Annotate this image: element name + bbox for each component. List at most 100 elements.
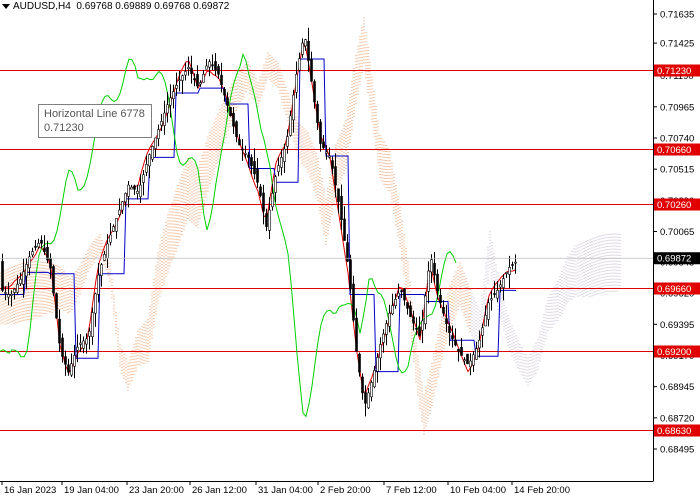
candle-body [160, 121, 163, 126]
candle-body [142, 174, 145, 183]
time-tick-label: 16 Jan 2023 [4, 485, 56, 496]
candle-body [235, 121, 238, 137]
candle-body [217, 66, 220, 75]
candle-body [49, 258, 52, 269]
level-price-tag-label: 0.68630 [657, 426, 691, 437]
chart-window[interactable]: 0.71635 0.71425 0.71190 0.70965 0.70740 0.705… [0, 0, 700, 500]
candle-body [127, 184, 130, 197]
candle-body [505, 272, 508, 274]
candle-body [370, 382, 373, 398]
candle-body [442, 307, 445, 314]
candle-body [361, 376, 364, 394]
candle-body [373, 370, 376, 388]
candle-body [16, 283, 19, 293]
candle-body [1, 261, 4, 291]
price-tick-label: 0.68945 [660, 382, 694, 393]
candle-body [172, 91, 175, 100]
candle-body [229, 107, 232, 117]
candle-body [37, 242, 40, 248]
candle-body [103, 254, 106, 261]
time-tick-label: 7 Feb 12:00 [386, 485, 437, 496]
candle-body [238, 139, 241, 146]
time-tick-label: 31 Jan 04:00 [258, 485, 313, 496]
candle-body [19, 278, 22, 284]
candle-body [256, 168, 259, 183]
candle-body [145, 164, 148, 173]
candle-body [55, 293, 58, 319]
candle-body [73, 355, 76, 367]
candle-body [166, 104, 169, 114]
candle-body [334, 166, 337, 186]
candle-body [400, 290, 403, 293]
candle-body [151, 146, 154, 160]
ohlc-values: 0.69768 0.69889 0.69768 0.69872 [76, 1, 230, 12]
level-price-tag-label: 0.70660 [657, 145, 691, 156]
candle-body [163, 112, 166, 126]
candle-body [328, 155, 331, 158]
candle-body [388, 312, 391, 327]
candle-body [181, 75, 184, 81]
candle-body [220, 74, 223, 85]
candle-body [472, 354, 475, 366]
price-chart[interactable]: 0.716350.714250.711900.709650.707400.705… [0, 0, 700, 500]
candle-body [478, 339, 481, 349]
candle-body [118, 209, 121, 215]
candle-body [514, 261, 517, 264]
candle-body [319, 121, 322, 144]
candle-body [196, 74, 199, 87]
candle-body [493, 293, 496, 295]
candle-body [34, 245, 37, 248]
candle-body [451, 335, 454, 340]
price-tick-label: 0.68495 [660, 445, 694, 456]
candle-body [352, 283, 355, 321]
candle-body [409, 305, 412, 317]
candle-body [79, 342, 82, 345]
candle-body [121, 201, 124, 211]
tooltip-value: 0.71230 [44, 122, 84, 134]
candle-body [511, 264, 514, 266]
candle-body [22, 271, 25, 285]
candle-body [43, 247, 46, 252]
candle-body [199, 82, 202, 85]
candle-body [259, 186, 262, 196]
candle-body [313, 81, 316, 103]
tooltip-title: Horizontal Line 6778 [44, 108, 145, 120]
candle-body [331, 160, 334, 169]
candle-body [499, 284, 502, 288]
candle-body [223, 88, 226, 96]
candle-body [469, 360, 472, 368]
time-tick-label: 23 Jan 20:00 [129, 485, 184, 496]
candle-body [64, 356, 67, 365]
price-tick-label: 0.68720 [660, 413, 694, 424]
candle-body [316, 103, 319, 124]
current-price-tag-label: 0.69872 [657, 254, 691, 265]
candle-body [82, 340, 85, 349]
candle-body [193, 78, 196, 81]
candle-body [358, 353, 361, 373]
price-tick-label: 0.70740 [660, 133, 694, 144]
candle-body [91, 312, 94, 338]
candle-body [349, 259, 352, 290]
candle-body [325, 151, 328, 154]
level-price-tag-label: 0.70260 [657, 200, 691, 211]
candle-body [415, 327, 418, 330]
candle-body [190, 67, 193, 74]
candle-body [496, 290, 499, 299]
candle-body [397, 292, 400, 297]
candle-body [337, 188, 340, 203]
candle-body [10, 293, 13, 296]
candle-body [124, 193, 127, 203]
candle-body [208, 61, 211, 68]
candle-body [391, 305, 394, 314]
candle-body [115, 218, 118, 232]
candle-body [421, 320, 424, 331]
candle-body [382, 333, 385, 343]
candle-body [394, 299, 397, 306]
price-tick-label: 0.70965 [660, 102, 694, 113]
candle-body [187, 67, 190, 70]
candle-body [247, 154, 250, 158]
candle-body [445, 318, 448, 324]
candle-body [433, 262, 436, 276]
candle-body [61, 337, 64, 357]
caret-down-icon[interactable] [2, 3, 10, 9]
